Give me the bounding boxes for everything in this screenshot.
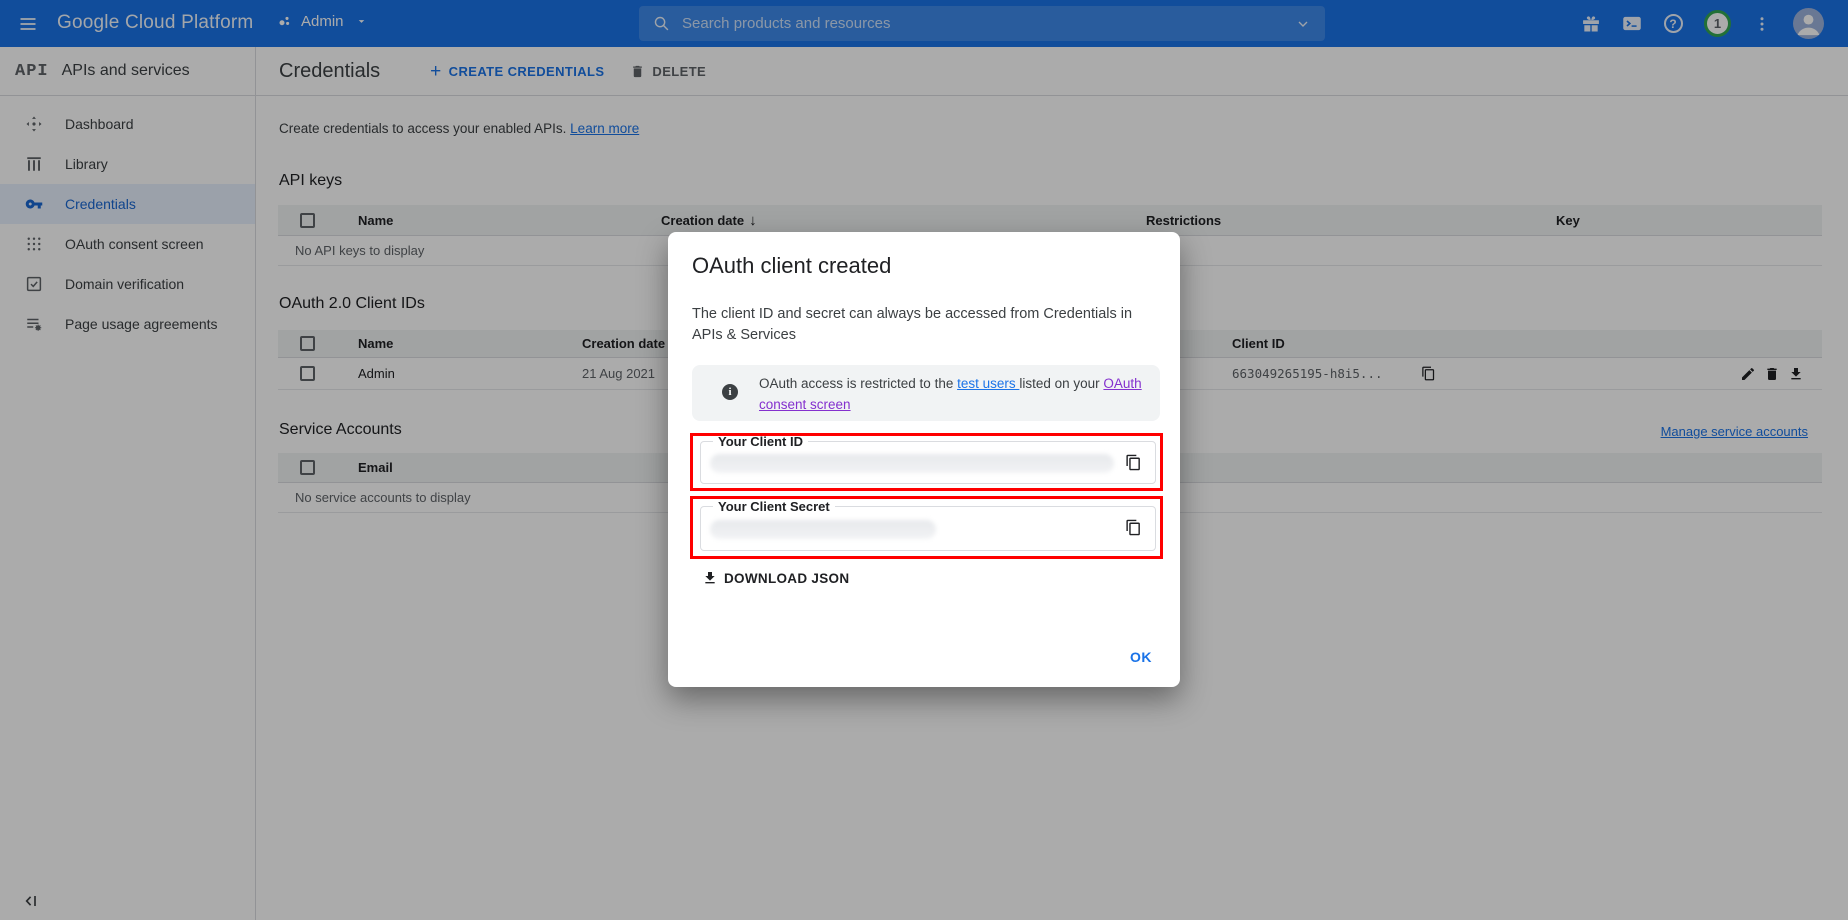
download-json-button[interactable]: DOWNLOAD JSON: [702, 570, 849, 586]
client-secret-field: Your Client Secret: [700, 506, 1156, 551]
copy-icon[interactable]: [1125, 519, 1142, 536]
ok-button[interactable]: OK: [1130, 649, 1152, 665]
copy-icon[interactable]: [1125, 454, 1142, 471]
oauth-client-created-dialog: OAuth client created The client ID and s…: [668, 232, 1180, 687]
client-secret-redacted-value: [710, 520, 936, 539]
dialog-body-text: The client ID and secret can always be a…: [692, 304, 1144, 346]
info-banner-text: OAuth access is restricted to the test u…: [759, 365, 1157, 415]
download-icon: [702, 570, 718, 586]
info-icon: i: [722, 384, 738, 400]
client-id-redacted-value: [710, 454, 1114, 473]
test-users-link[interactable]: test users: [957, 376, 1019, 391]
info-banner: i OAuth access is restricted to the test…: [692, 365, 1160, 421]
dialog-title: OAuth client created: [692, 253, 891, 279]
client-id-field: Your Client ID: [700, 441, 1156, 484]
client-id-label: Your Client ID: [713, 434, 808, 449]
client-secret-label: Your Client Secret: [713, 499, 835, 514]
